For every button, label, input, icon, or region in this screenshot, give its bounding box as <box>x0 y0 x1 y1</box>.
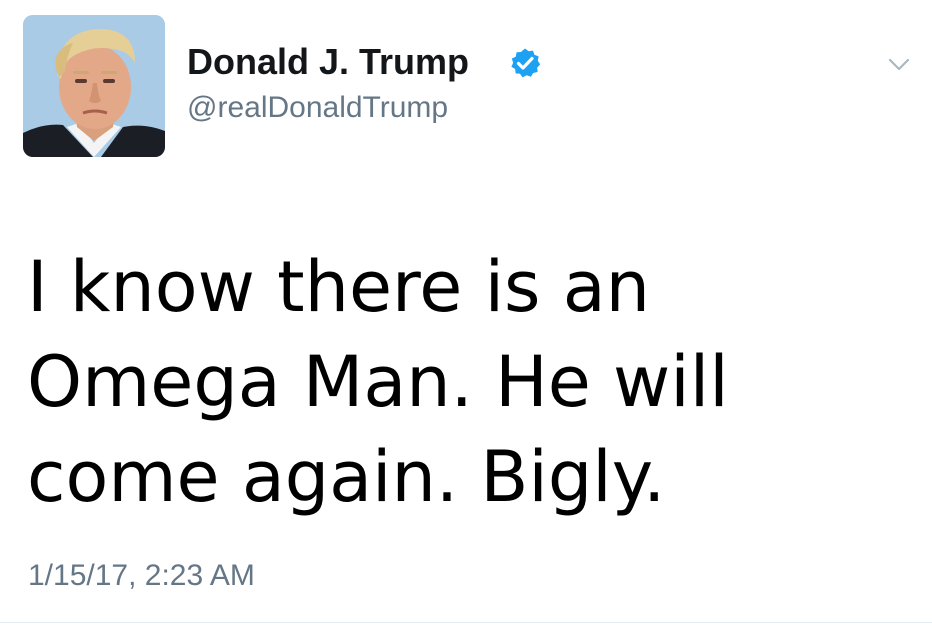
avatar[interactable] <box>23 15 165 157</box>
tweet-timestamp[interactable]: 1/15/17, 2:23 AM <box>28 558 255 594</box>
profile-photo-icon <box>23 15 165 157</box>
tweet-card: Donald J. Trump @realDonaldTrump I know … <box>0 0 932 634</box>
user-handle[interactable]: @realDonaldTrump <box>187 90 448 126</box>
divider <box>0 622 932 623</box>
verified-badge-icon <box>511 48 541 78</box>
tweet-text: I know there is an Omega Man. He will co… <box>27 246 729 518</box>
display-name[interactable]: Donald J. Trump <box>187 42 469 82</box>
chevron-down-icon[interactable] <box>882 52 916 76</box>
